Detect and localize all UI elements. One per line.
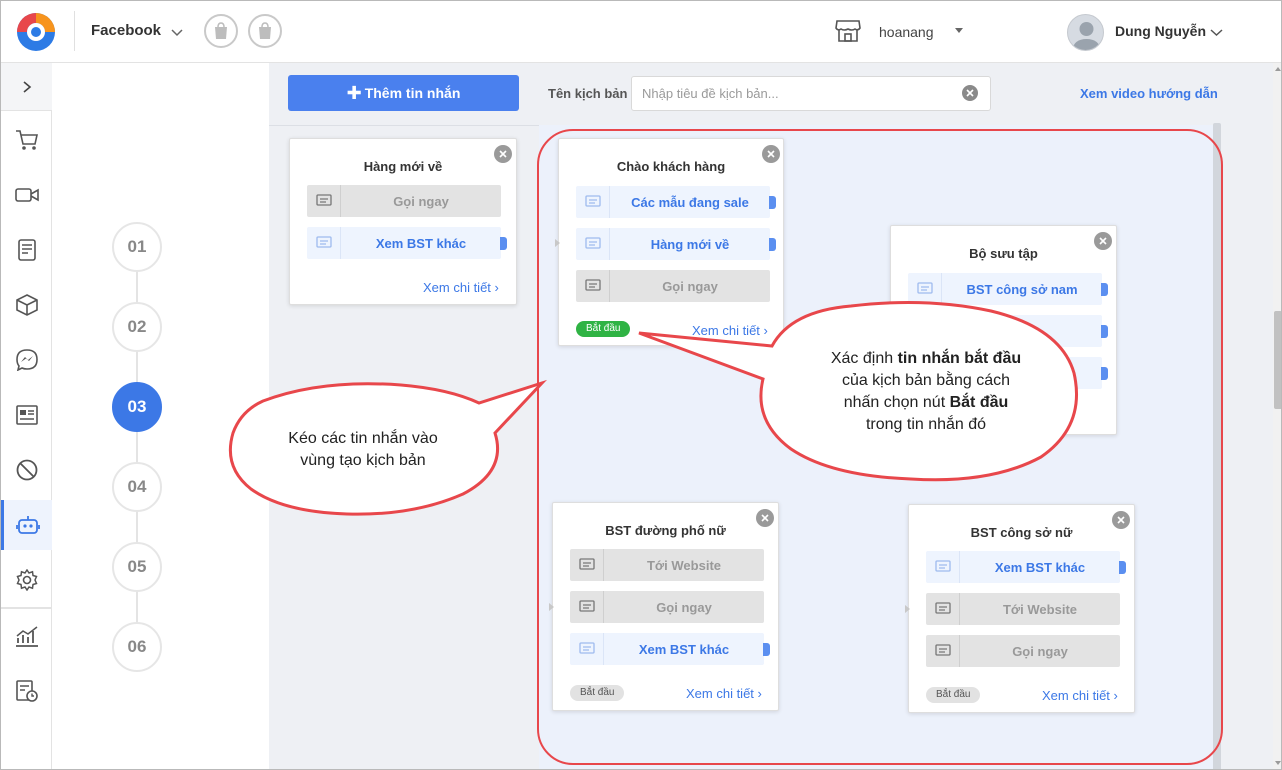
- fanpage-shopping-bag-icon[interactable]: [204, 14, 238, 48]
- step-03[interactable]: 03: [112, 382, 162, 432]
- message-icon: [307, 185, 341, 217]
- app-window: Facebook hoanang Dung Nguyễn 01 02 03 04…: [0, 0, 1282, 770]
- sidebar: [1, 63, 52, 769]
- start-callout-text-part: Xác định: [830, 350, 898, 367]
- chevron-right-icon[interactable]: [21, 80, 33, 94]
- top-bar: Facebook hoanang Dung Nguyễn: [1, 1, 1281, 63]
- close-icon[interactable]: [494, 145, 512, 163]
- store-selector[interactable]: hoanang: [879, 24, 934, 40]
- add-message-button[interactable]: ✚ Thêm tin nhắn: [288, 75, 519, 111]
- chevron-down-icon[interactable]: [171, 27, 183, 37]
- page-scrollbar[interactable]: [1273, 63, 1281, 769]
- sidebar-toggle[interactable]: [1, 63, 52, 111]
- sidebar-divider: [1, 607, 52, 609]
- card-title: Hàng mới về: [363, 159, 443, 174]
- start-callout-line: của kịch bản bằng cách: [841, 372, 1011, 389]
- cart-icon[interactable]: [1, 115, 52, 165]
- step-06[interactable]: 06: [112, 622, 162, 672]
- settings-icon[interactable]: [1, 555, 52, 605]
- video-guide-link[interactable]: Xem video hướng dẫn: [1080, 86, 1218, 101]
- messenger-icon[interactable]: [1, 335, 52, 385]
- message-button[interactable]: Gọi ngay: [307, 185, 501, 217]
- drag-callout-text: Kéo các tin nhắn vào vùng tạo kịch bản: [263, 428, 463, 472]
- drag-callout-line: Kéo các tin nhắn vào: [288, 430, 438, 447]
- script-name-label: Tên kịch bản: [548, 86, 628, 101]
- message-button-label: Gọi ngay: [393, 193, 449, 209]
- store-icon[interactable]: [835, 19, 861, 43]
- user-name[interactable]: Dung Nguyễn: [1115, 23, 1206, 39]
- start-callout-text-part: nhấn chọn nút: [843, 394, 950, 411]
- connector-handle[interactable]: [500, 237, 507, 250]
- scroll-up-icon[interactable]: [1275, 67, 1281, 71]
- add-message-label: Thêm tin nhắn: [364, 85, 461, 101]
- message-card[interactable]: Hàng mới về Gọi ngay Xem BST khác Xem ch…: [289, 138, 517, 305]
- channel-selector[interactable]: Facebook: [91, 22, 161, 39]
- message-icon: [307, 227, 341, 259]
- start-callout-text: Xác định tin nhắn bắt đầu của kịch bản b…: [786, 348, 1066, 436]
- start-callout-line: trong tin nhắn đó: [865, 416, 987, 433]
- view-detail-label: Xem chi tiết: [423, 280, 491, 295]
- start-callout-emphasis: tin nhắn bắt đầu: [897, 350, 1022, 367]
- bot-icon[interactable]: [1, 500, 52, 550]
- drag-callout-line: vùng tạo kịch bản: [300, 452, 426, 469]
- step-04[interactable]: 04: [112, 462, 162, 512]
- avatar[interactable]: [1067, 14, 1104, 51]
- document-icon[interactable]: [1, 225, 52, 275]
- message-button[interactable]: Xem BST khác: [307, 227, 507, 259]
- report-clock-icon[interactable]: [1, 666, 52, 716]
- plus-icon: ✚: [346, 82, 362, 103]
- video-icon[interactable]: [1, 170, 52, 220]
- chevron-right-icon: ›: [494, 280, 499, 295]
- box-icon[interactable]: [1, 280, 52, 330]
- caret-down-icon[interactable]: [955, 28, 963, 33]
- library-divider: [269, 125, 539, 126]
- drop-zone-highlight: [537, 129, 1223, 765]
- chevron-down-icon[interactable]: [1210, 27, 1223, 37]
- scrollbar-thumb[interactable]: [1274, 311, 1281, 409]
- form-icon[interactable]: [1, 390, 52, 440]
- header-divider: [74, 11, 75, 51]
- fanpage-shopping-bag-icon[interactable]: [248, 14, 282, 48]
- chart-icon[interactable]: [1, 611, 52, 661]
- block-icon[interactable]: [1, 445, 52, 495]
- start-callout-emphasis: Bắt đầu: [949, 394, 1009, 411]
- clear-icon[interactable]: [962, 85, 978, 101]
- view-detail-link[interactable]: Xem chi tiết ›: [423, 280, 499, 295]
- step-indicator: 01 02 03 04 05 06: [52, 63, 269, 769]
- step-05[interactable]: 05: [112, 542, 162, 592]
- message-button-label: Xem BST khác: [375, 235, 467, 251]
- step-02[interactable]: 02: [112, 302, 162, 352]
- script-name-input[interactable]: [631, 76, 991, 111]
- scroll-down-icon[interactable]: [1275, 761, 1281, 765]
- step-01[interactable]: 01: [112, 222, 162, 272]
- app-logo-icon[interactable]: [15, 11, 57, 53]
